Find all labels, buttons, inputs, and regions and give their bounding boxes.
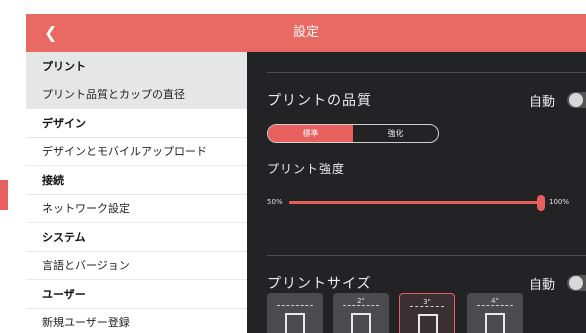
quality-segmented-control: 標準 強化: [267, 124, 439, 143]
sidebar-item-print-quality[interactable]: プリント品質とカップの直径: [26, 81, 247, 109]
divider: [267, 255, 586, 256]
size-auto-label: 自動: [529, 278, 556, 293]
section-heading-design: デザイン: [26, 109, 247, 138]
header-bar: ❮ 設定: [26, 14, 586, 52]
cup-size-label: 3": [423, 298, 431, 306]
sidebar-item-design-upload[interactable]: デザインとモバイルアップロード: [26, 138, 247, 166]
sidebar-item-language-version[interactable]: 言語とバージョン: [26, 252, 247, 280]
section-heading-print: プリント: [26, 52, 247, 81]
edge-marker: [0, 180, 8, 210]
print-quality-title: プリントの品質: [267, 93, 372, 109]
toggle-knob: [569, 276, 583, 290]
cup-option-custom[interactable]: [267, 293, 323, 333]
strength-min-label: 50%: [267, 198, 283, 206]
sidebar-item-network[interactable]: ネットワーク設定: [26, 195, 247, 223]
screen-top-bar: [0, 0, 586, 14]
cup-icon: [485, 313, 505, 333]
cup-option-2in[interactable]: 2": [333, 293, 389, 333]
cup-icon: [351, 313, 371, 333]
size-auto-toggle[interactable]: [567, 275, 586, 291]
size-guide: [477, 305, 513, 306]
strength-slider-thumb[interactable]: [537, 195, 545, 211]
cup-icon: [418, 314, 438, 333]
settings-screen: ❮ 設定 プリント プリント品質とカップの直径 デザイン デザインとモバイルアッ…: [26, 14, 586, 333]
section-heading-connection: 接続: [26, 166, 247, 195]
print-strength-title: プリント強度: [267, 162, 346, 176]
section-heading-system: システム: [26, 223, 247, 252]
edit-cup-icon: [285, 313, 305, 333]
page-title: 設定: [292, 25, 319, 40]
strength-slider-fill: [289, 201, 541, 204]
toggle-knob: [569, 93, 583, 107]
cup-option-3in[interactable]: 3": [399, 293, 455, 333]
sidebar-item-new-user[interactable]: 新規ユーザー登録: [26, 309, 247, 333]
section-heading-user: ユーザー: [26, 280, 247, 309]
size-guide: [410, 306, 444, 307]
strength-max-label: 100%: [549, 198, 570, 206]
cup-option-4in[interactable]: 4": [467, 293, 523, 333]
cup-size-label: 4": [491, 297, 499, 305]
settings-panel: プリントの品質 自動 標準 強化 プリント強度 50% 100% プリントサイズ…: [247, 52, 586, 333]
quality-option-standard[interactable]: 標準: [268, 125, 353, 142]
quality-auto-toggle[interactable]: [567, 92, 586, 108]
quality-option-enhanced[interactable]: 強化: [353, 125, 438, 142]
size-guide: [277, 305, 313, 306]
print-size-title: プリントサイズ: [267, 276, 372, 292]
quality-auto-label: 自動: [529, 95, 556, 110]
divider: [267, 72, 586, 73]
settings-sidebar: プリント プリント品質とカップの直径 デザイン デザインとモバイルアップロード …: [26, 52, 247, 333]
strength-slider-track[interactable]: [289, 201, 541, 204]
size-guide: [343, 305, 379, 306]
cup-size-label: 2": [357, 297, 365, 305]
